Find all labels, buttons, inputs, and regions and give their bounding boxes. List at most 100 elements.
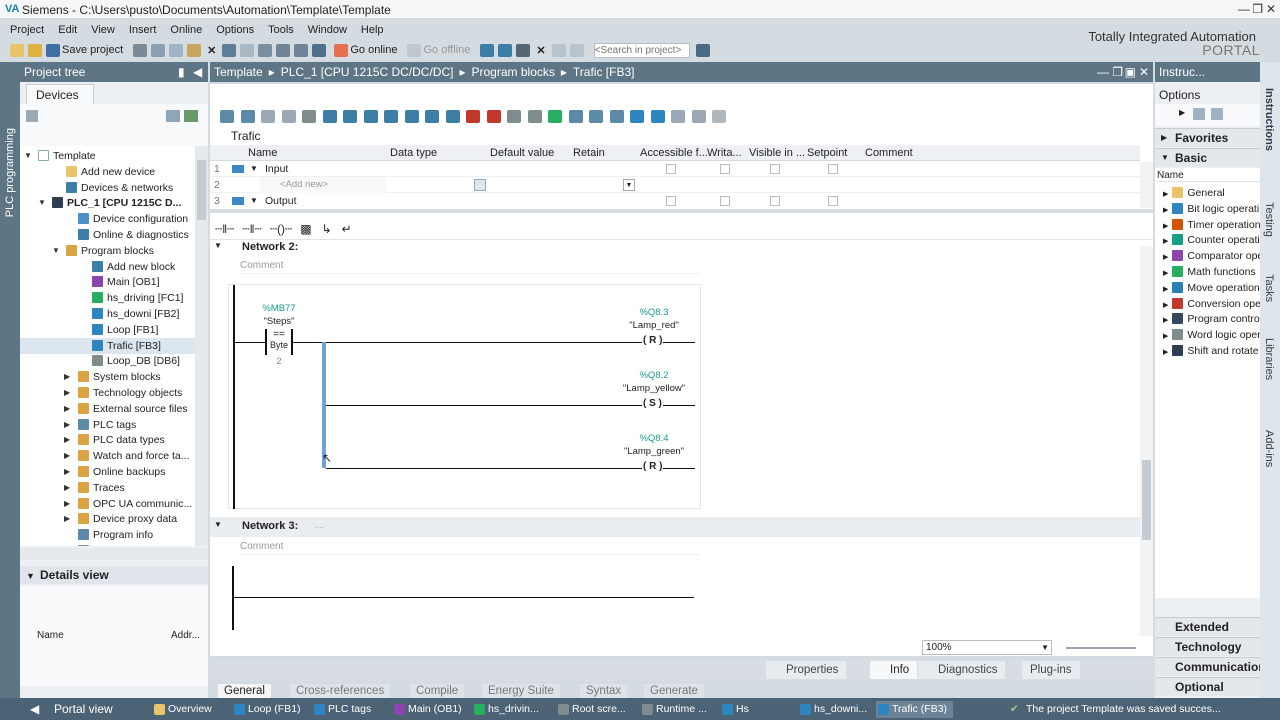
breadcrumb-plc[interactable]: PLC_1 [CPU 1215C DC/DC/DC] [281, 65, 454, 79]
breadcrumb-program-blocks[interactable]: Program blocks [472, 65, 555, 79]
menu-window[interactable]: Window [308, 24, 347, 36]
editor-tool-icon[interactable] [609, 110, 624, 123]
data-type-picker-icon[interactable] [474, 179, 486, 191]
taskbar-item[interactable]: PLC tags [312, 701, 371, 718]
tree-view-icon[interactable] [166, 110, 180, 122]
tab-properties[interactable]: Properties [766, 661, 847, 679]
taskbar-item[interactable]: Overview [152, 701, 212, 718]
cut-icon[interactable] [151, 43, 166, 57]
taskbar-item[interactable]: Hs [720, 701, 749, 718]
undo-icon[interactable] [222, 43, 237, 57]
compile-icon[interactable] [258, 43, 273, 57]
tree-item[interactable]: Main [OB1] [20, 274, 195, 290]
tree-item[interactable]: ▼ Template [20, 148, 195, 164]
editor-tool-icon[interactable] [486, 110, 501, 123]
tree-expand-icon[interactable]: ▼ [24, 148, 32, 164]
menu-insert[interactable]: Insert [129, 24, 157, 36]
visible-checkbox[interactable] [770, 164, 780, 174]
set-coil[interactable]: ( S ) [642, 398, 663, 409]
tree-expand-icon[interactable]: ▶ [64, 401, 70, 417]
editor-close-icon[interactable]: ✕ [1139, 65, 1149, 79]
search-input[interactable] [593, 42, 690, 58]
network-2-header[interactable]: ▼ Network 2: [210, 241, 1140, 255]
tab-plugins[interactable]: Plug-ins [1022, 661, 1080, 679]
editor-tool-icon[interactable] [425, 110, 439, 123]
tree-scroll-thumb[interactable] [197, 160, 206, 220]
technology-section[interactable]: Technology [1155, 637, 1260, 656]
tree-item[interactable]: Online & diagnostics [20, 227, 195, 243]
tree-expand-icon[interactable]: ▶ [64, 432, 70, 448]
editor-tool-icon[interactable] [240, 110, 255, 123]
redo-icon[interactable] [240, 43, 255, 57]
open-project-icon[interactable] [28, 43, 42, 57]
save-icon[interactable] [46, 43, 60, 57]
tree-expand-icon[interactable]: ▼ [38, 195, 46, 211]
instruction-folder[interactable]: ▶ Timer operation [1163, 218, 1261, 233]
editor-tool-icon[interactable] [630, 110, 644, 123]
empty-box-icon[interactable]: ▩ [300, 222, 311, 236]
retain-dropdown-icon[interactable]: ▼ [623, 179, 635, 191]
menu-project[interactable]: Project [10, 24, 44, 36]
writable-checkbox[interactable] [720, 164, 730, 174]
copy-icon[interactable] [169, 43, 184, 57]
reset-coil[interactable]: ( R ) [642, 461, 664, 472]
expand-arrow-icon[interactable]: ▶ [1179, 108, 1185, 117]
tree-item[interactable]: PLC alarm text lists [20, 543, 195, 546]
taskbar-item[interactable]: Runtime ... [640, 701, 707, 718]
tab-compile[interactable]: Compile [410, 684, 465, 698]
tree-expand-icon[interactable]: ▶ [64, 511, 70, 527]
taskbar-item[interactable]: hs_downi... [798, 701, 867, 718]
menu-help[interactable]: Help [361, 24, 384, 36]
taskbar-item[interactable]: hs_drivin... [472, 701, 539, 718]
menu-tools[interactable]: Tools [268, 24, 294, 36]
accessible-checkbox[interactable] [666, 196, 676, 206]
editor-tool-icon[interactable] [548, 110, 562, 123]
tree-item[interactable]: ▶ External source files [20, 401, 195, 417]
accessible-devices-icon[interactable] [480, 43, 495, 57]
tree-scrollbar[interactable] [195, 146, 208, 546]
tree-expand-icon[interactable]: ▶ [64, 417, 70, 433]
expand-arrow-icon[interactable]: ▶ [1163, 302, 1168, 309]
tree-expand-icon[interactable]: ▼ [52, 243, 60, 259]
editor-tool-icon[interactable] [445, 110, 460, 123]
writable-checkbox[interactable] [720, 196, 730, 206]
new-project-icon[interactable] [10, 43, 24, 57]
instruction-folder[interactable]: ▶ Comparator ope [1163, 249, 1263, 264]
expand-icon[interactable]: ▼ [250, 193, 258, 209]
interface-scrollbar[interactable] [1140, 162, 1153, 208]
save-project-button[interactable]: Save project [62, 44, 123, 56]
tree-item[interactable]: ▶ Traces [20, 480, 195, 496]
breadcrumb-template[interactable]: Template [214, 65, 263, 79]
instruction-folder[interactable]: ▶ Program contro [1163, 312, 1260, 327]
editor-tool-icon[interactable] [343, 110, 357, 123]
expand-arrow-icon[interactable]: ▶ [1163, 238, 1168, 245]
taskbar-item[interactable]: Main (OB1) [392, 701, 462, 718]
tab-generate[interactable]: Generate [644, 684, 704, 698]
zoom-slider[interactable] [1066, 647, 1136, 649]
tab-cross-references[interactable]: Cross-references [290, 684, 391, 698]
close-icon[interactable]: ✕ [1266, 2, 1276, 16]
splitter[interactable] [210, 209, 1153, 213]
setpoint-checkbox[interactable] [828, 196, 838, 206]
coil-icon[interactable]: ┄()┄ [270, 222, 292, 236]
restore-icon[interactable]: ❐ [1252, 2, 1263, 16]
portal-view-button[interactable]: ◀ Portal view [28, 701, 113, 718]
editor-tool-icon[interactable] [671, 110, 685, 123]
tree-settings-icon[interactable] [26, 110, 38, 122]
editor-tool-icon[interactable] [650, 110, 665, 123]
extended-instructions-section[interactable]: Extended instru [1155, 617, 1260, 653]
menu-online[interactable]: Online [170, 24, 202, 36]
go-online-button[interactable]: Go online [350, 44, 397, 56]
instruction-folder[interactable]: ▶ General [1163, 186, 1225, 201]
tree-expand-icon[interactable]: ▶ [64, 464, 70, 480]
network-expand-icon[interactable]: ▼ [214, 520, 222, 529]
simulation-icon[interactable] [312, 43, 327, 57]
optional-packages-section[interactable]: Optional packa [1155, 677, 1260, 713]
tab-info[interactable]: Info [870, 661, 918, 679]
side-tab-instructions[interactable]: Instructions [1263, 88, 1275, 151]
side-tab-testing[interactable]: Testing [1263, 202, 1275, 237]
network-3-header[interactable]: ▼ Network 3: .... [210, 520, 1140, 534]
tree-item[interactable]: ▶ Online backups [20, 464, 195, 480]
basic-instructions-section[interactable]: Basic instructio [1155, 148, 1260, 184]
expand-icon[interactable]: ▼ [250, 161, 258, 177]
